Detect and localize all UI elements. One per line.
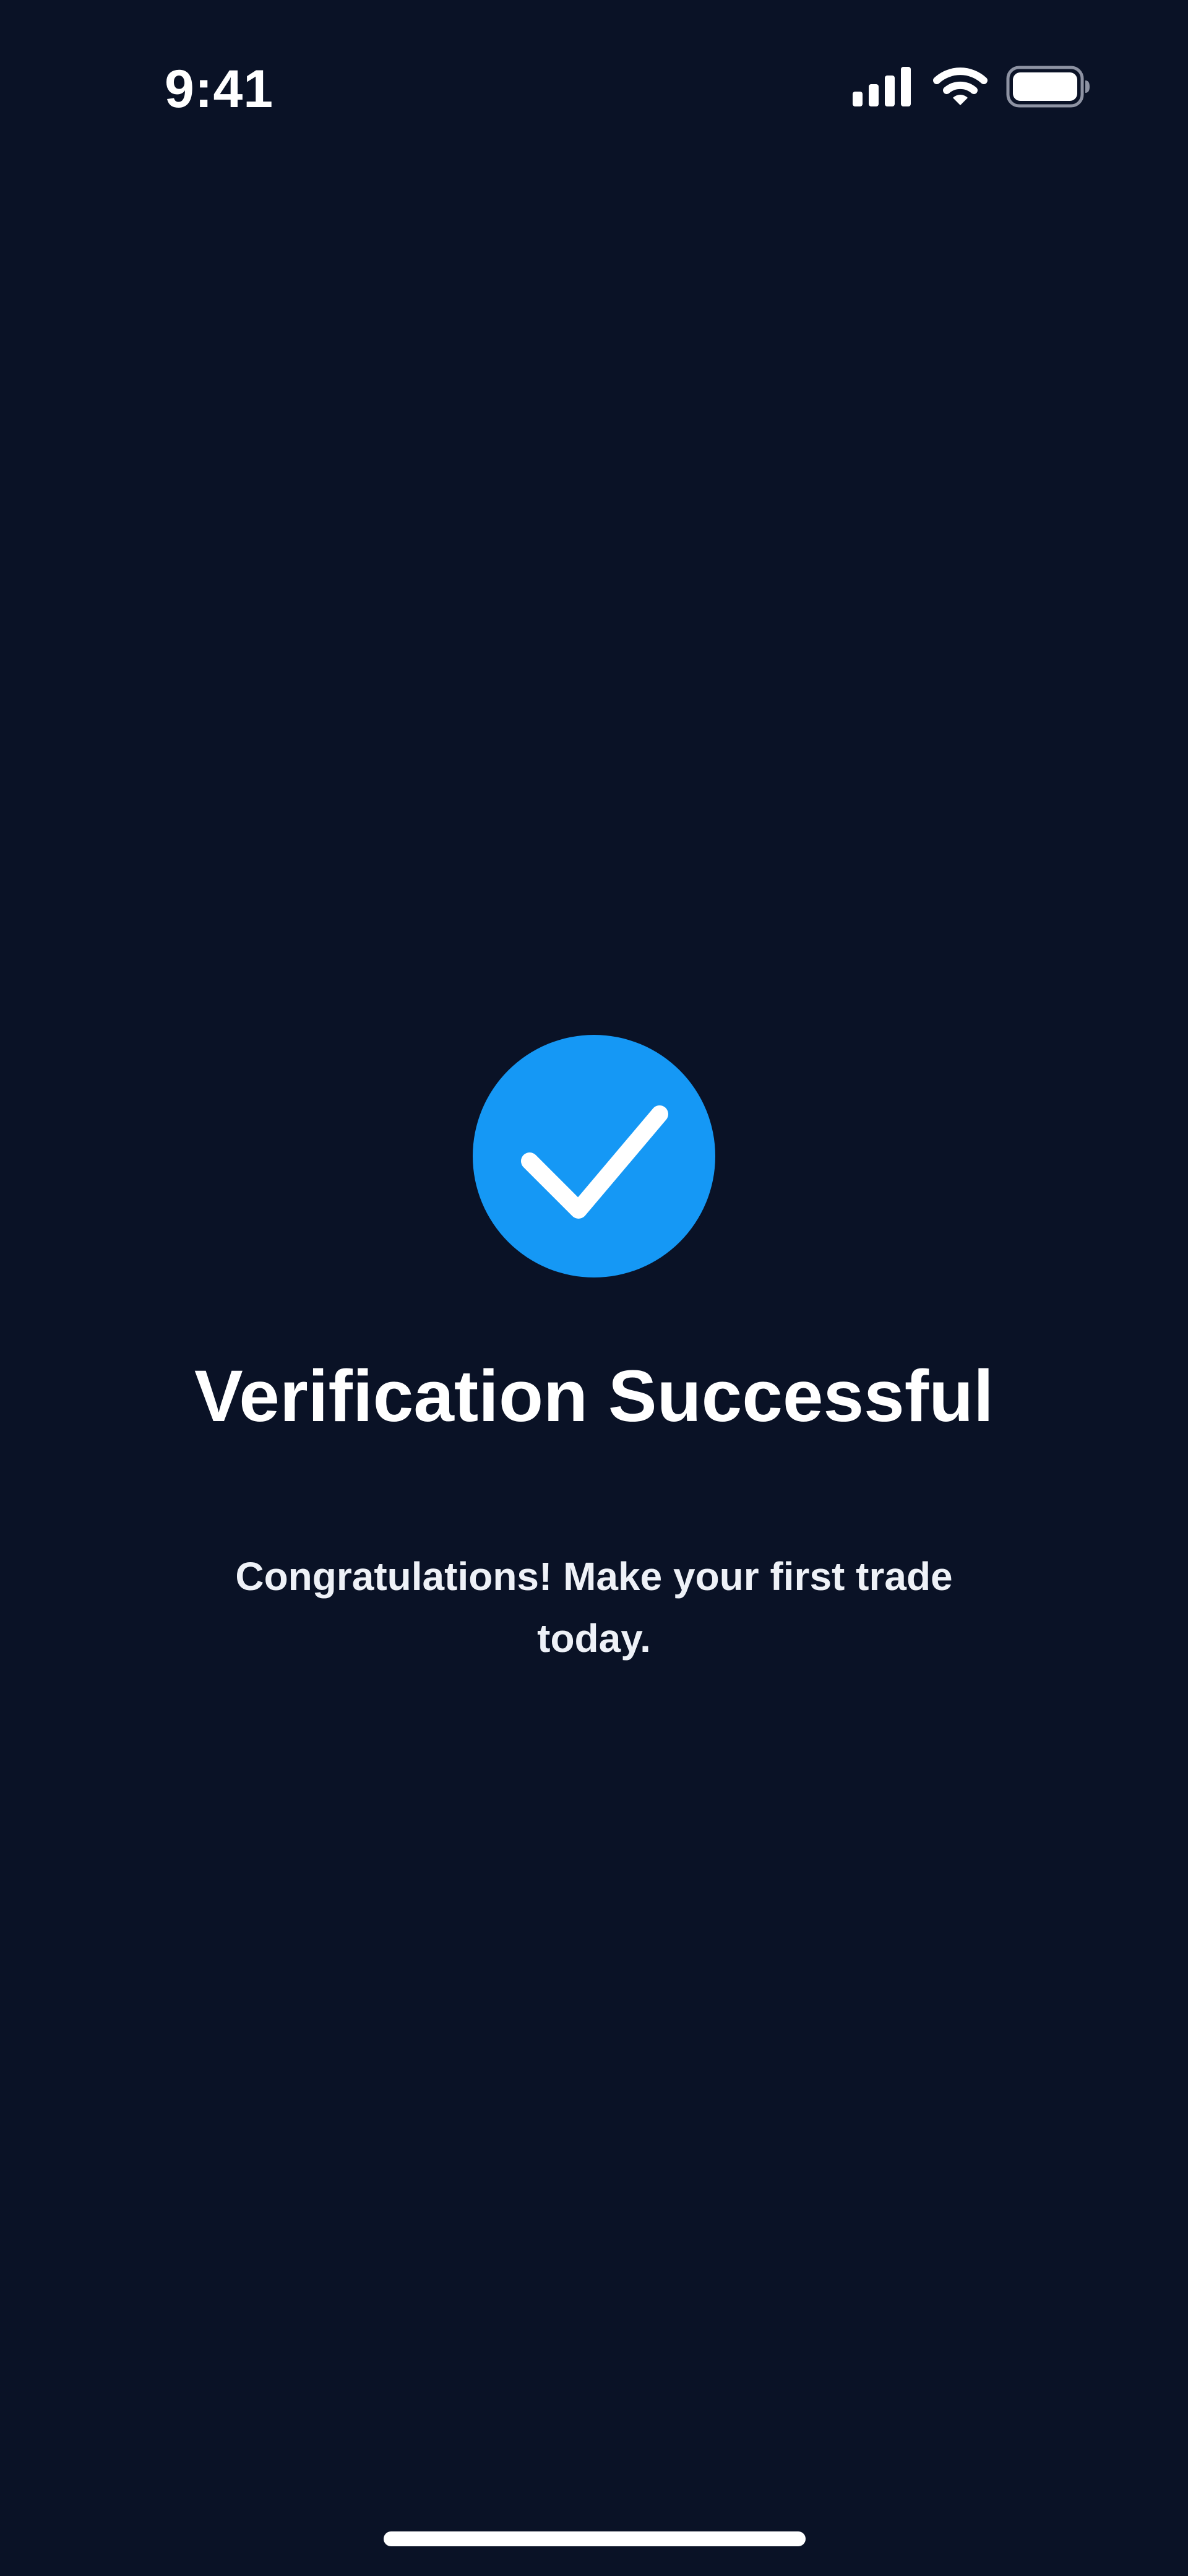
cellular-signal-icon (853, 67, 911, 106)
status-time: 9:41 (165, 59, 274, 119)
page-title: Verification Successful (194, 1355, 994, 1437)
home-indicator[interactable] (384, 2531, 806, 2546)
success-message: Congratulations! Make your first trade t… (235, 1554, 953, 1661)
battery-icon (1006, 66, 1090, 108)
success-badge (473, 1035, 715, 1277)
wifi-icon (933, 67, 988, 105)
verification-result: Verification Successful Congratulations!… (0, 1035, 1188, 1709)
status-bar: 9:41 (0, 0, 1188, 173)
checkmark-icon (473, 1035, 715, 1277)
